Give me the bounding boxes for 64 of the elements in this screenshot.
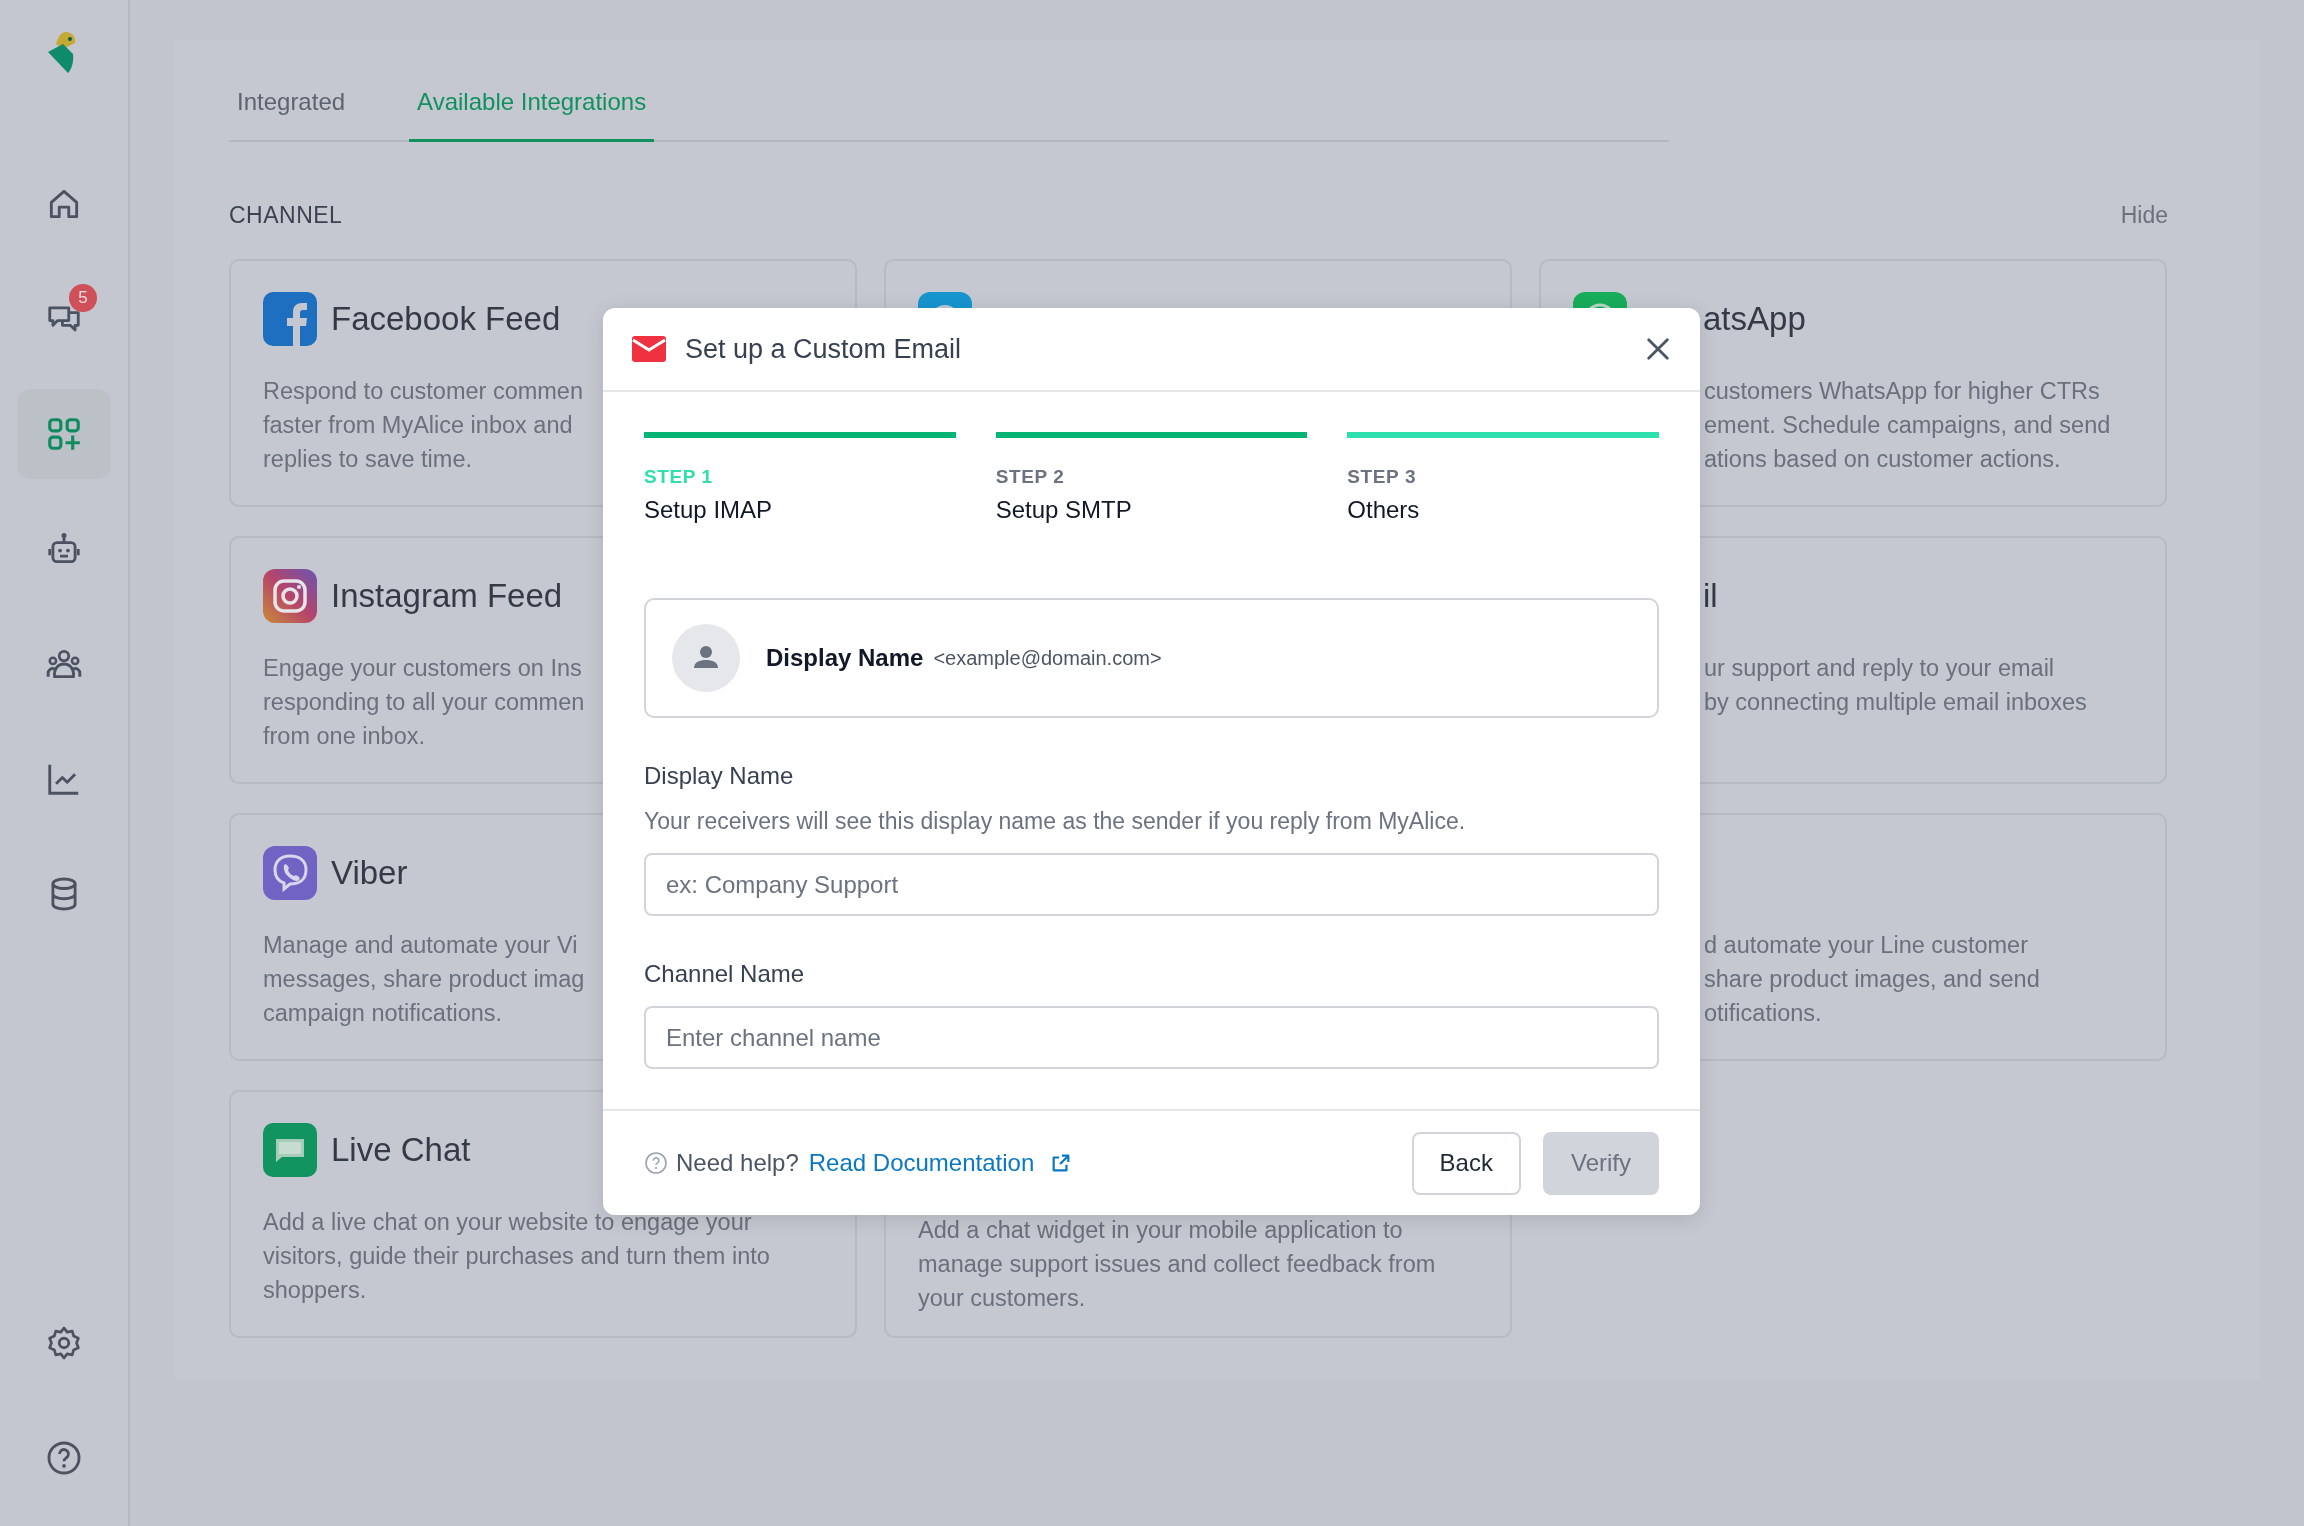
back-button[interactable]: Back xyxy=(1411,1131,1521,1195)
card-description: by connecting multiple email inboxes xyxy=(1704,688,2087,717)
card-description: Add a chat widget in your mobile application to xyxy=(918,1216,1403,1245)
card-description: ement. Schedule campaigns, and send xyxy=(1704,411,2111,440)
chat-message-icon xyxy=(263,1123,317,1177)
step-label: STEP 2 xyxy=(995,466,1066,488)
sidebar-nav-item[interactable] xyxy=(17,389,111,479)
card-description: ur support and reply to your email xyxy=(1704,654,2055,683)
step-label: STEP 1 xyxy=(644,466,714,488)
card-description: customers WhatsApp for higher CTRs xyxy=(1704,377,2100,406)
apps-grid-icon xyxy=(45,415,83,453)
help-icon xyxy=(45,1439,83,1477)
tab[interactable]: Available Integrations xyxy=(409,70,655,142)
avatar-icon xyxy=(672,624,740,692)
documentation-link[interactable]: Read Documentation xyxy=(808,1149,1035,1177)
sender-name: Display Name xyxy=(766,644,924,672)
input-field[interactable]: ex: Company Support xyxy=(644,853,1659,916)
card-description: ations based on customer actions. xyxy=(1704,445,2061,474)
card-description: Add a live chat on your website to engage your xyxy=(263,1208,752,1237)
card-title: Viber xyxy=(331,854,408,892)
input-field[interactable]: Enter channel name xyxy=(644,1006,1659,1069)
close-icon[interactable] xyxy=(1644,335,1672,363)
notification-badge: 5 xyxy=(69,284,97,312)
tab[interactable]: Integrated xyxy=(229,70,354,142)
step-title: Others xyxy=(1347,496,1421,524)
card-title: Facebook Feed xyxy=(331,300,561,338)
card-description: replies to save time. xyxy=(263,445,472,474)
card-description: share product images, and send xyxy=(1704,965,2040,994)
card-title: Live Chat xyxy=(331,1131,471,1169)
sender-email: <example@domain.com> xyxy=(933,646,1162,670)
dialog-title: Set up a Custom Email xyxy=(685,333,963,365)
card-description: responding to all your commen xyxy=(263,688,585,717)
step-title: Setup IMAP xyxy=(644,496,774,524)
step-label: STEP 3 xyxy=(1347,466,1418,488)
phone-bubble-icon xyxy=(263,846,317,900)
section-title: CHANNEL xyxy=(229,202,343,229)
facebook-icon xyxy=(263,292,317,346)
card-description: your customers. xyxy=(918,1284,1086,1313)
sidebar-nav-item[interactable]: 5 xyxy=(17,274,111,364)
envelope-icon xyxy=(632,336,666,362)
card-title: Instagram Feed xyxy=(331,577,563,615)
step-title: Setup SMTP xyxy=(995,496,1133,524)
card-description: Respond to customer commen xyxy=(263,377,583,406)
field-label: Channel Name xyxy=(644,960,806,988)
card-description: visitors, guide their purchases and turn them into xyxy=(263,1242,770,1271)
card-title: atsApp xyxy=(1703,300,1806,338)
help-text: Need help? xyxy=(676,1149,799,1177)
field-label: Display Name xyxy=(644,762,795,790)
field-help-text: Your receivers will see this display name as the sender if you reply from MyAlice. xyxy=(644,808,1467,835)
card-description: shoppers. xyxy=(263,1276,367,1305)
hide-link[interactable]: Hide xyxy=(2120,202,2168,229)
card-description: otifications. xyxy=(1704,999,1822,1028)
card-description: from one inbox. xyxy=(263,722,425,751)
card-title: il xyxy=(1703,577,1718,615)
card-description: d automate your Line customer xyxy=(1704,931,2028,960)
help-icon xyxy=(644,1151,668,1175)
card-description: manage support issues and collect feedback from xyxy=(918,1250,1436,1279)
card-description: Engage your customers on Ins xyxy=(263,654,582,683)
settings-icon xyxy=(45,1324,83,1362)
card-description: messages, share product imag xyxy=(263,965,585,994)
instagram-icon xyxy=(263,569,317,623)
card-description: Manage and automate your Vi xyxy=(263,931,578,960)
card-description: campaign notifications. xyxy=(263,999,503,1028)
card-description: faster from MyAlice inbox and xyxy=(263,411,573,440)
